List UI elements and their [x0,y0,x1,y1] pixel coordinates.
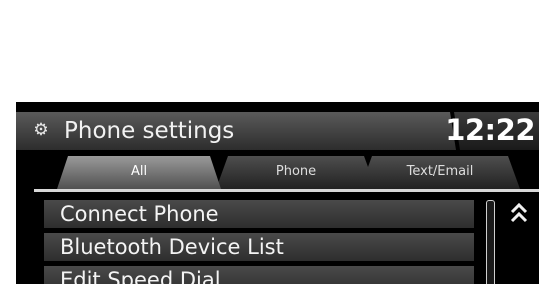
tab-underline [34,189,539,192]
gear-icon: ⚙ [33,120,49,139]
tab-text-email[interactable]: Text/Email [360,156,520,189]
tab-all[interactable]: All [56,156,222,192]
menu-item-edit-speed-dial[interactable]: Edit Speed Dial [44,266,474,284]
tab-phone[interactable]: Phone [216,156,376,189]
menu-item-connect-phone[interactable]: Connect Phone [44,200,474,228]
menu-item-bluetooth-device-list[interactable]: Bluetooth Device List [44,233,474,261]
clock-display: 12:22 [445,113,535,147]
title-bar: ⚙ Phone settings 12:22 [16,102,539,152]
tab-bar: Text/Email Phone All [16,154,539,194]
double-chevron-up-icon-graphic [510,202,528,223]
double-chevron-up-icon[interactable] [506,202,532,228]
phone-settings-screen: ⚙ Phone settings 12:22 Text/Email Phone … [16,102,539,284]
scrollbar[interactable] [486,200,495,284]
page-title: Phone settings [64,118,235,144]
